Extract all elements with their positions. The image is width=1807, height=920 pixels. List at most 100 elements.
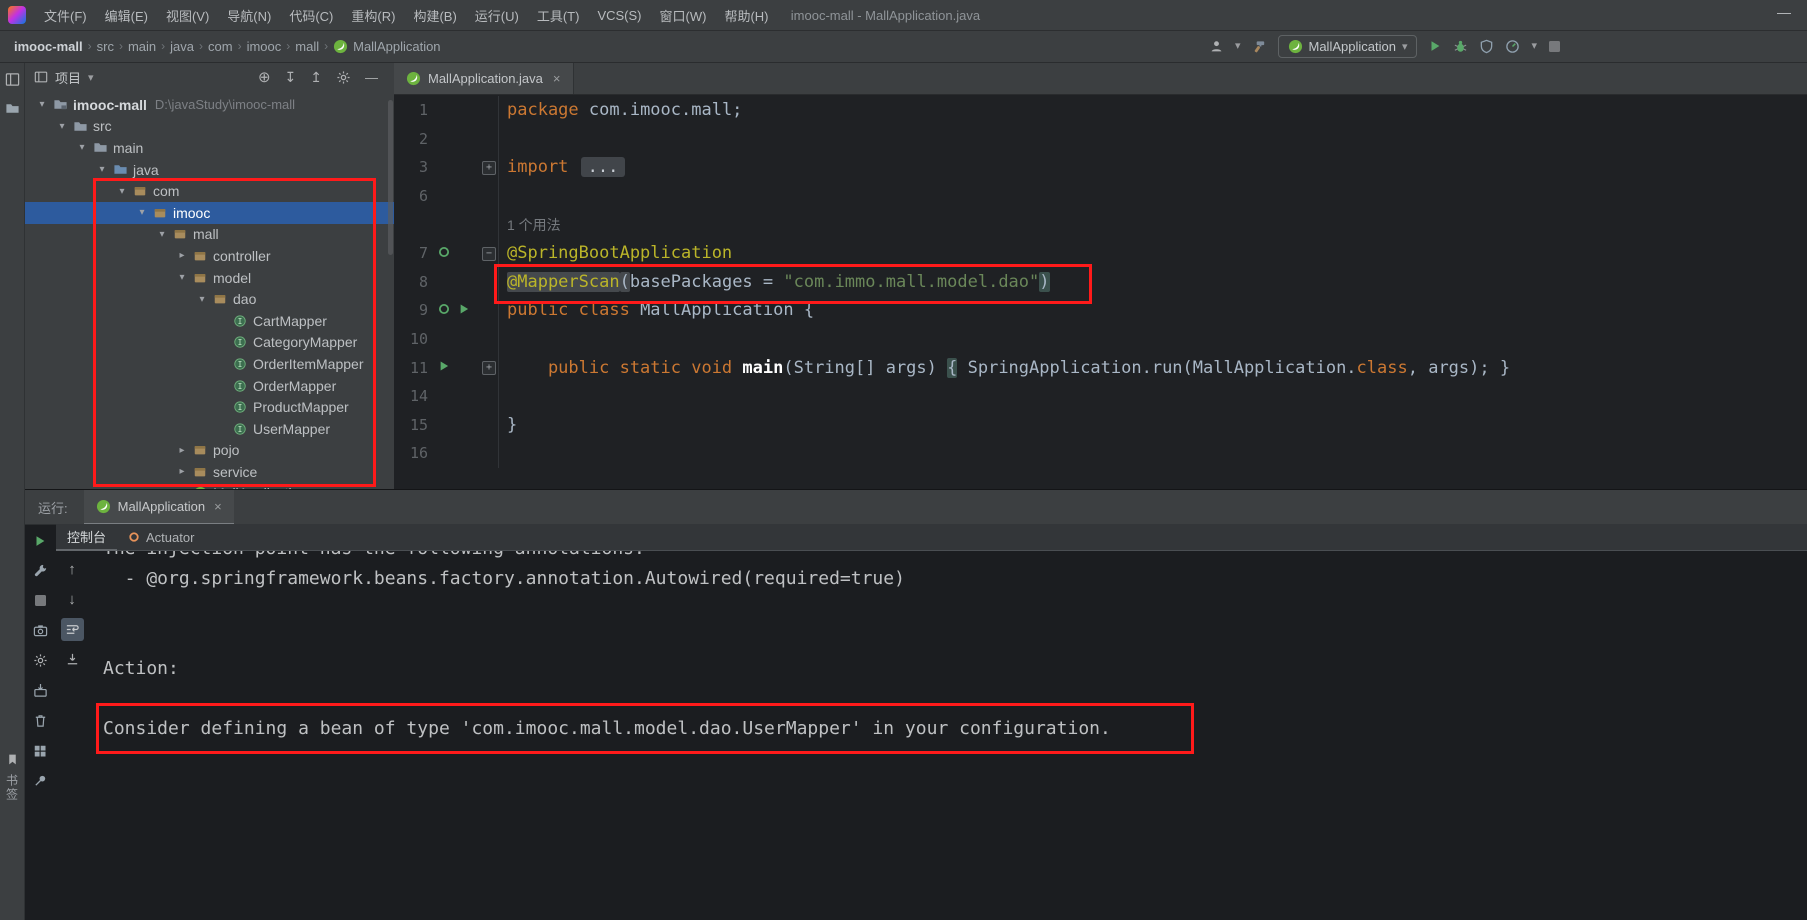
editor-line[interactable]: 16	[394, 439, 1807, 468]
soft-wrap-icon[interactable]	[60, 618, 84, 641]
settings-gear-icon[interactable]	[336, 70, 351, 85]
breadcrumb-item-com[interactable]: com	[208, 39, 233, 54]
tree-row-controller[interactable]: ▸ controller	[24, 245, 394, 267]
breadcrumb-item-src[interactable]: src	[97, 39, 114, 54]
locate-icon[interactable]: ⊕	[258, 70, 271, 85]
run-configuration-select[interactable]: MallApplication ▾	[1277, 34, 1418, 58]
expand-all-icon[interactable]: ↧	[285, 70, 297, 84]
editor-line[interactable]: 14	[394, 381, 1807, 411]
tree-chevron-down-icon[interactable]: ▾	[134, 207, 150, 218]
profiler-icon[interactable]	[1505, 39, 1520, 54]
tree-chevron-down-icon[interactable]: ▾	[74, 142, 90, 153]
up-arrow-icon[interactable]: ↑	[61, 558, 84, 581]
editor-line[interactable]: 2	[394, 124, 1807, 154]
editor-line[interactable]: 15}	[394, 410, 1807, 440]
pin-icon[interactable]	[29, 769, 52, 792]
collapse-all-icon[interactable]: ↥	[310, 70, 322, 84]
menu-item-vcs-s-[interactable]: VCS(S)	[588, 8, 650, 23]
editor-body[interactable]: 1 package com.imooc.mall; 2 3 + import ... 6 1 …	[394, 94, 1807, 489]
tree-chevron-down-icon[interactable]: ▾	[154, 229, 170, 240]
caret-down-icon[interactable]: ▾	[1531, 40, 1537, 52]
down-arrow-icon[interactable]: ↓	[61, 588, 84, 611]
tree-row-categorymapper[interactable]: I CategoryMapper	[24, 332, 394, 354]
debug-icon[interactable]	[1453, 39, 1468, 54]
layout-icon[interactable]	[29, 739, 52, 762]
menu-item-导航-n-[interactable]: 导航(N)	[218, 6, 280, 25]
editor-tab-mallapplication[interactable]: MallApplication.java ×	[394, 63, 574, 94]
tree-row-src[interactable]: ▾ src	[24, 116, 394, 138]
tree-chevron-right-icon[interactable]: ▸	[174, 250, 190, 261]
editor-line[interactable]: 3 + import ...	[394, 153, 1807, 182]
project-tool-icon[interactable]	[5, 72, 20, 87]
console-output[interactable]: The injection point has the following an…	[88, 524, 1807, 920]
tree-chevron-down-icon[interactable]: ▾	[114, 186, 130, 197]
tree-chevron-right-icon[interactable]: ▸	[174, 466, 190, 477]
project-tree-scrollbar[interactable]	[388, 100, 393, 255]
user-icon[interactable]	[1209, 39, 1224, 54]
menu-item-编辑-e-[interactable]: 编辑(E)	[96, 6, 157, 25]
menu-item-文件-f-[interactable]: 文件(F)	[35, 6, 96, 25]
console-tab-actuator[interactable]: Actuator	[117, 524, 205, 550]
menu-item-窗口-w-[interactable]: 窗口(W)	[651, 6, 716, 25]
stop-icon[interactable]	[29, 589, 52, 612]
editor-line[interactable]: 6	[394, 181, 1807, 211]
fold-minus-icon[interactable]: −	[482, 246, 496, 261]
breadcrumb-item-imooc[interactable]: imooc	[247, 39, 282, 54]
run-tab-mallapplication[interactable]: MallApplication ×	[83, 489, 234, 525]
folder-tool-icon[interactable]	[5, 101, 20, 116]
editor-line[interactable]: 1 个用法	[394, 210, 1807, 239]
hide-icon[interactable]: —	[365, 71, 378, 84]
tree-chevron-down-icon[interactable]: ▾	[94, 164, 110, 175]
stop-icon[interactable]	[1548, 40, 1561, 53]
tree-row-model[interactable]: ▾ model	[24, 267, 394, 289]
tree-row-java[interactable]: ▾ java	[24, 159, 394, 181]
tree-row-cartmapper[interactable]: I CartMapper	[24, 310, 394, 332]
tree-row-dao[interactable]: ▾ dao	[24, 288, 394, 310]
tree-chevron-right-icon[interactable]: ▸	[174, 445, 190, 456]
tree-chevron-down-icon[interactable]: ▾	[54, 121, 70, 132]
rerun-icon[interactable]	[29, 529, 52, 552]
tree-row-com[interactable]: ▾ com	[24, 180, 394, 202]
usage-hint[interactable]: 1 个用法	[507, 217, 561, 233]
editor-line[interactable]: 9 public class MallApplication {	[394, 296, 1807, 325]
bookmarks-tool-tab[interactable]: 书签	[4, 774, 21, 802]
menu-item-帮助-h-[interactable]: 帮助(H)	[715, 6, 777, 25]
settings-gear-icon[interactable]	[29, 649, 52, 672]
tree-row-productmapper[interactable]: I ProductMapper	[24, 396, 394, 418]
tree-row-service[interactable]: ▸ service	[24, 461, 394, 483]
breadcrumb-item-mall[interactable]: mall	[295, 39, 319, 54]
import-layout-icon[interactable]	[29, 679, 52, 702]
tree-chevron-down-icon[interactable]: ▾	[174, 272, 190, 283]
menu-item-重构-r-[interactable]: 重构(R)	[342, 6, 404, 25]
fold-plus-icon[interactable]: +	[482, 161, 496, 176]
editor-line[interactable]: 7− @SpringBootApplication	[394, 238, 1807, 268]
chevron-down-icon[interactable]: ▾	[88, 71, 94, 84]
tree-row-orderitemmapper[interactable]: I OrderItemMapper	[24, 353, 394, 375]
console-tab-控制台[interactable]: 控制台	[56, 523, 118, 551]
bean-gutter-icon[interactable]	[438, 246, 450, 258]
coverage-icon[interactable]	[1479, 39, 1494, 54]
menu-item-运行-u-[interactable]: 运行(U)	[466, 6, 528, 25]
caret-down-icon[interactable]: ▾	[1235, 40, 1241, 52]
run-icon[interactable]	[1428, 39, 1442, 53]
tree-chevron-down-icon[interactable]: ▾	[34, 99, 50, 110]
menu-item-工具-t-[interactable]: 工具(T)	[528, 6, 589, 25]
breadcrumb-item-mallapplication[interactable]: MallApplication	[333, 39, 441, 54]
tree-row-usermapper[interactable]: I UserMapper	[24, 418, 394, 440]
editor-line[interactable]: 8 @MapperScan(basePackages = "com.immo.ma…	[394, 267, 1807, 297]
breadcrumb-item-main[interactable]: main	[128, 39, 156, 54]
tree-row-imooc[interactable]: ▾ imooc	[24, 201, 394, 224]
tree-row-imooc-mall[interactable]: ▾ imooc-mall D:\javaStudy\imooc-mall	[24, 94, 394, 116]
tree-row-mall[interactable]: ▾ mall	[24, 224, 394, 246]
editor-line[interactable]: 1 package com.imooc.mall;	[394, 96, 1807, 125]
build-hammer-icon[interactable]	[1252, 39, 1267, 54]
bean-gutter-icon[interactable]	[438, 303, 450, 315]
scroll-end-icon[interactable]	[61, 648, 84, 671]
menu-item-视图-v-[interactable]: 视图(V)	[157, 6, 218, 25]
tree-row-ordermapper[interactable]: I OrderMapper	[24, 375, 394, 397]
clear-icon[interactable]	[29, 709, 52, 732]
screenshot-icon[interactable]	[29, 619, 52, 642]
bookmark-icon[interactable]	[6, 753, 19, 766]
fold-plus-icon[interactable]: +	[482, 361, 496, 376]
run-gutter-icon[interactable]	[458, 303, 470, 315]
